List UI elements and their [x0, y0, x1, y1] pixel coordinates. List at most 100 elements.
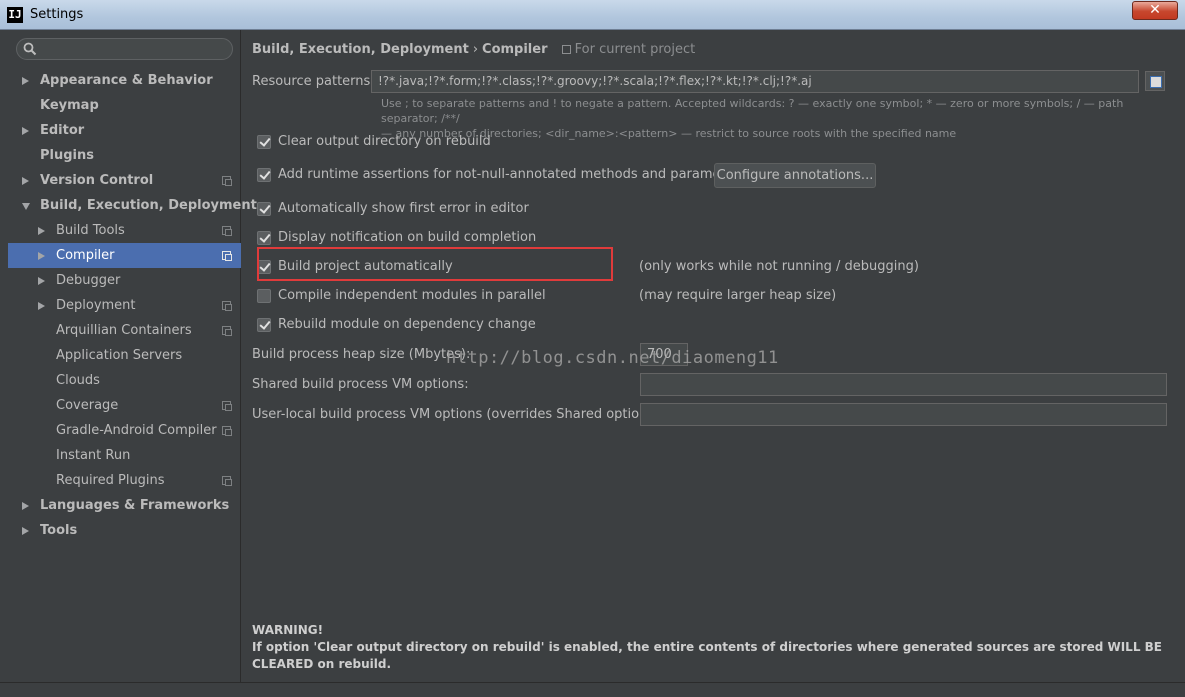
checkbox[interactable] [257, 202, 271, 216]
project-settings-icon [222, 476, 232, 486]
sidebar-item[interactable]: Compiler [8, 243, 241, 268]
settings-tree: Appearance & Behavior Keymap Editor Plugins… [8, 68, 257, 543]
breadcrumb-separator: › [472, 42, 479, 57]
resource-patterns-label: Resource patterns: [252, 74, 375, 89]
checkbox[interactable] [257, 135, 271, 149]
sidebar-item[interactable]: Languages & Frameworks [8, 493, 241, 518]
resource-patterns-hint: Use ; to separate patterns and ! to nega… [381, 96, 1171, 141]
title-bar: IJ Settings ✕ [0, 0, 1185, 30]
warning-message: WARNING! If option 'Clear output directo… [252, 622, 1172, 673]
sidebar-item-label: Plugins [40, 148, 94, 163]
sidebar-item[interactable]: Debugger [8, 268, 241, 293]
breadcrumb-parent: Build, Execution, Deployment [252, 42, 469, 57]
project-settings-icon [222, 326, 232, 336]
sidebar-item[interactable]: Keymap [8, 93, 241, 118]
project-settings-icon [222, 251, 232, 261]
sidebar-item[interactable]: Editor [8, 118, 241, 143]
search-input[interactable] [16, 38, 233, 60]
sidebar-item[interactable]: Gradle-Android Compiler [8, 418, 241, 443]
close-button[interactable]: ✕ [1132, 1, 1178, 20]
sidebar-item[interactable]: Required Plugins [8, 468, 241, 493]
warning-title: WARNING! [252, 623, 324, 637]
highlight-box [257, 247, 613, 281]
option-label: Automatically show first error in editor [278, 201, 529, 216]
sidebar-item-label: Clouds [56, 373, 100, 388]
settings-sidebar: Appearance & Behavior Keymap Editor Plugins… [8, 30, 257, 682]
sidebar-item[interactable]: Build Tools [8, 218, 241, 243]
configure-annotations-button[interactable]: Configure annotations... [714, 163, 876, 188]
compiler-settings-panel: Build, Execution, Deployment › Compiler Fo… [242, 30, 1185, 682]
hint-line-2: — any number of directories; <dir_name>:… [381, 127, 957, 140]
heap-size-label: Build process heap size (Mbytes): [252, 347, 471, 362]
sidebar-item-label: Gradle-Android Compiler [56, 423, 217, 438]
chevron-right-icon[interactable] [38, 227, 45, 235]
shared-vm-input[interactable] [640, 373, 1167, 396]
option-label: Add runtime assertions for not-null-anno… [278, 167, 746, 182]
resource-patterns-input[interactable]: !?*.java;!?*.form;!?*.class;!?*.groovy;!… [371, 70, 1139, 93]
sidebar-item-label: Coverage [56, 398, 119, 413]
chevron-right-icon[interactable] [22, 127, 29, 135]
sidebar-item[interactable]: Build, Execution, Deployment [8, 193, 257, 218]
sidebar-item[interactable]: Version Control [8, 168, 241, 193]
project-settings-icon [222, 401, 232, 411]
user-vm-label: User-local build process VM options (ove… [252, 407, 664, 422]
chevron-right-icon[interactable] [38, 277, 45, 285]
sidebar-item[interactable]: Deployment [8, 293, 241, 318]
sidebar-item[interactable]: Clouds [8, 368, 241, 393]
sidebar-item-label: Compiler [56, 248, 115, 263]
chevron-down-icon[interactable] [22, 203, 30, 210]
option-label: Clear output directory on rebuild [278, 134, 491, 149]
sidebar-item-label: Languages & Frameworks [40, 498, 230, 513]
breadcrumb-current: Compiler [482, 42, 548, 57]
watermark: http://blog.csdn.net/diaomeng11 [446, 348, 779, 368]
shared-vm-label: Shared build process VM options: [252, 377, 469, 392]
project-scope-icon [561, 45, 571, 54]
sidebar-item-label: Debugger [56, 273, 121, 288]
sidebar-item[interactable]: Plugins [8, 143, 241, 168]
sidebar-item-label: Keymap [40, 98, 99, 113]
sidebar-item-label: Version Control [40, 173, 154, 188]
chevron-right-icon[interactable] [22, 77, 29, 85]
sidebar-item[interactable]: Application Servers [8, 343, 241, 368]
sidebar-item-label: Arquillian Containers [56, 323, 192, 338]
sidebar-item[interactable]: Coverage [8, 393, 241, 418]
user-vm-input[interactable] [640, 403, 1167, 426]
hint-line-1: Use ; to separate patterns and ! to nega… [381, 97, 1124, 125]
build-auto-note: (only works while not running / debuggin… [639, 259, 919, 274]
checkbox[interactable] [257, 168, 271, 182]
scope-label: For current project [574, 42, 696, 57]
sidebar-item[interactable]: Tools [8, 518, 241, 543]
sidebar-item[interactable]: Instant Run [8, 443, 241, 468]
sidebar-item-label: Editor [40, 123, 85, 138]
search-icon [23, 42, 37, 56]
sidebar-item[interactable]: Arquillian Containers [8, 318, 241, 343]
bottom-bar [0, 682, 1185, 697]
checkbox[interactable] [257, 318, 271, 332]
sidebar-item-label: Appearance & Behavior [40, 73, 213, 88]
window-border [0, 30, 8, 682]
sidebar-item-label: Build, Execution, Deployment [40, 198, 257, 213]
sidebar-item-label: Tools [40, 523, 78, 538]
expand-field-icon[interactable] [1145, 71, 1165, 91]
sidebar-item-label: Build Tools [56, 223, 125, 238]
parallel-note: (may require larger heap size) [639, 288, 837, 303]
warning-text: If option 'Clear output directory on reb… [252, 640, 1162, 671]
breadcrumb: Build, Execution, Deployment › Compiler Fo… [252, 42, 695, 57]
chevron-right-icon[interactable] [22, 527, 29, 535]
option-label: Display notification on build completion [278, 230, 537, 245]
chevron-right-icon[interactable] [38, 252, 45, 260]
intellij-logo-icon: IJ [7, 7, 23, 23]
project-settings-icon [222, 226, 232, 236]
chevron-right-icon[interactable] [38, 302, 45, 310]
option-label: Compile independent modules in parallel [278, 288, 546, 303]
checkbox[interactable] [257, 289, 271, 303]
window-title: Settings [30, 7, 84, 22]
chevron-right-icon[interactable] [22, 502, 29, 510]
checkbox[interactable] [257, 231, 271, 245]
project-settings-icon [222, 176, 232, 186]
sidebar-item[interactable]: Appearance & Behavior [8, 68, 241, 93]
chevron-right-icon[interactable] [22, 177, 29, 185]
sidebar-item-label: Deployment [56, 298, 136, 313]
option-label: Rebuild module on dependency change [278, 317, 536, 332]
sidebar-item-label: Instant Run [56, 448, 131, 463]
